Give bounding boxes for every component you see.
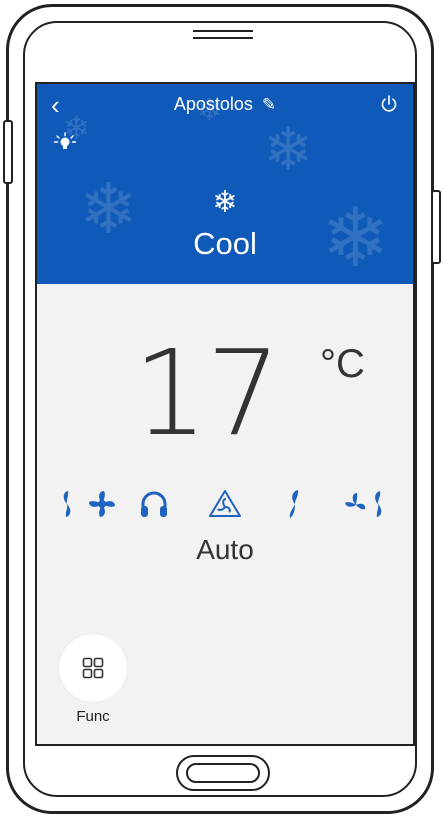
fan-speed-high-icon bbox=[345, 491, 382, 517]
fan-speed-low-icon bbox=[63, 491, 71, 517]
fan-speed-selector bbox=[37, 484, 413, 524]
edit-pencil-icon[interactable]: ✎ bbox=[262, 95, 276, 115]
fan-speed-silent-button[interactable] bbox=[137, 484, 171, 524]
side-key bbox=[431, 190, 441, 264]
temperature-unit: °C bbox=[320, 342, 365, 386]
speaker-grille bbox=[193, 37, 253, 39]
grid-icon bbox=[82, 657, 104, 679]
power-icon[interactable] bbox=[379, 94, 399, 114]
func-label: Func bbox=[76, 708, 110, 725]
app-screen: ❄ ❄ ❄ ❄ ❄ ‹ Apostolos ✎ ❄ Cool 17 °C Aut… bbox=[35, 82, 415, 746]
fan-speed-label: Auto bbox=[196, 534, 254, 565]
light-bulb-icon[interactable] bbox=[53, 132, 77, 152]
decorative-snowflake-icon: ❄ bbox=[263, 116, 314, 183]
fan-speed-turbo-button[interactable] bbox=[85, 484, 119, 524]
volume-button bbox=[3, 120, 13, 184]
fan-speed-high-button[interactable] bbox=[337, 484, 393, 524]
temperature-value: 17 bbox=[133, 324, 281, 462]
fan-speed-low-button[interactable] bbox=[55, 484, 79, 524]
fan-speed-auto-button[interactable] bbox=[205, 484, 245, 524]
speaker-grille bbox=[193, 30, 253, 32]
fan-speed-silent-icon bbox=[141, 491, 167, 517]
device-name: Apostolos bbox=[173, 94, 253, 114]
home-button[interactable] bbox=[176, 755, 270, 791]
fan-speed-auto-icon bbox=[209, 490, 241, 517]
snowflake-icon: ❄ bbox=[212, 186, 238, 219]
fan-speed-mid-button[interactable] bbox=[283, 484, 307, 524]
fan-speed-turbo-icon bbox=[89, 491, 115, 517]
device-title: Apostolos ✎ bbox=[37, 94, 413, 115]
func-button[interactable] bbox=[59, 634, 127, 702]
mode-header: ❄ ❄ ❄ ❄ ❄ ‹ Apostolos ✎ ❄ Cool bbox=[37, 84, 413, 284]
mode-label: Cool bbox=[193, 226, 257, 261]
fan-speed-mid-icon bbox=[289, 490, 299, 518]
